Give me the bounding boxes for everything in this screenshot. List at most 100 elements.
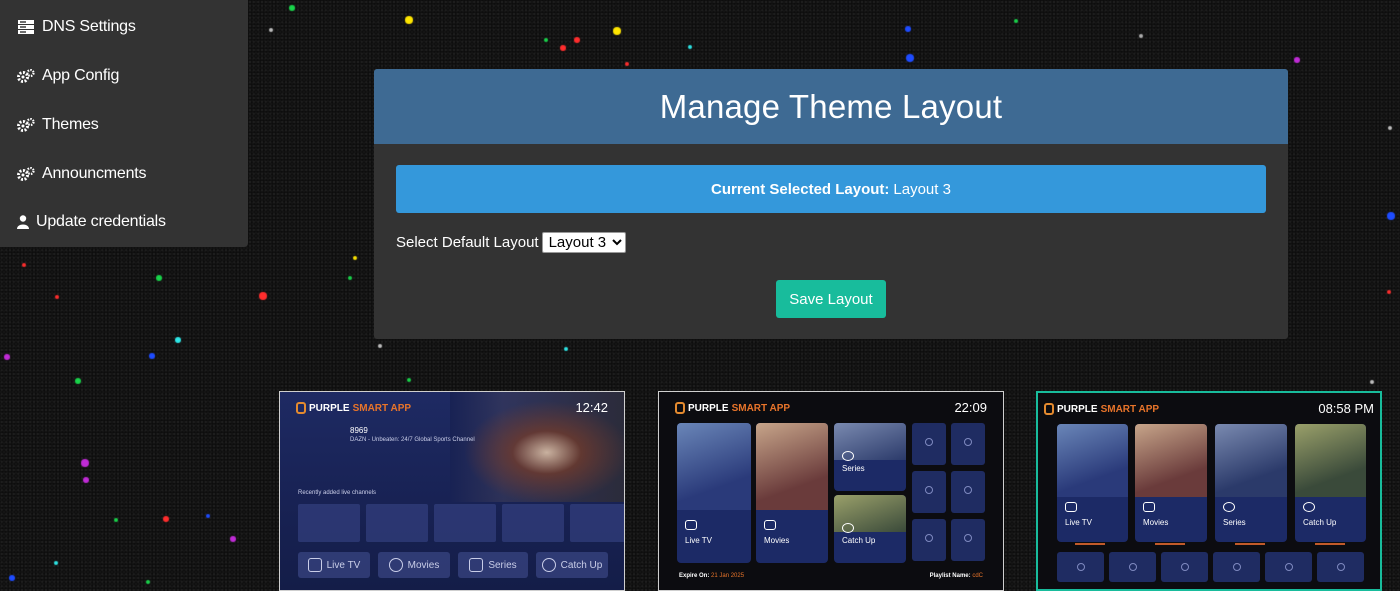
layout-3-preview[interactable]: PURPLE SMART APP 08:58 PM Live TV Movies… (1036, 391, 1382, 591)
catch-up-icon (1303, 502, 1315, 512)
settings-icon (1336, 562, 1345, 571)
menu-tile (1161, 552, 1208, 582)
sidebar-item-label: Update credentials (36, 213, 166, 230)
layout-2-preview[interactable]: PURPLE SMART APP 22:09 Live TV Movies Se… (658, 391, 1004, 591)
refresh-icon (925, 438, 933, 447)
nav-series: Series (458, 552, 528, 578)
user-icon (16, 214, 30, 230)
menu-tile (951, 471, 985, 513)
language-icon (964, 486, 972, 495)
card-label: Movies (764, 536, 790, 545)
sidebar-item-label: App Config (42, 67, 120, 84)
current-layout-label: Current Selected Layout: (711, 180, 890, 198)
sidebar-item-label: DNS Settings (42, 18, 136, 35)
live-tv-icon (685, 520, 697, 530)
card-underline (1315, 543, 1345, 545)
manage-theme-panel: Manage Theme Layout Current Selected Lay… (374, 69, 1288, 339)
default-layout-label: Select Default Layout (396, 234, 539, 251)
menu-tile (951, 519, 985, 561)
card-label: Catch Up (1303, 518, 1337, 527)
sidebar-item-label: Announcments (42, 165, 147, 182)
series-icon (842, 451, 854, 461)
channel-tile (298, 504, 360, 542)
save-layout-button[interactable]: Save Layout (776, 280, 886, 318)
sidebar-item-app-config[interactable]: App Config (0, 56, 248, 96)
card-image (1215, 424, 1287, 498)
card-label: Catch Up (842, 536, 876, 545)
channel-tile (570, 504, 624, 542)
playlist-info: Playlist Name: cdC (930, 573, 983, 579)
card-underline (1075, 543, 1105, 545)
movies-icon (1143, 502, 1155, 512)
profile-icon (925, 534, 933, 543)
card-label: Series (842, 464, 865, 473)
page-title: Manage Theme Layout (659, 87, 1003, 125)
sidebar-item-label: Themes (42, 116, 99, 133)
favorites-icon (1128, 562, 1137, 571)
tv-logo-icon (1044, 403, 1054, 415)
series-icon (469, 558, 484, 572)
menu-tile (1265, 552, 1312, 582)
tv-logo-icon (675, 402, 685, 414)
sidebar-item-update-credentials[interactable]: Update credentials (0, 202, 248, 242)
nav-label: Live TV (326, 559, 361, 571)
current-layout-value: Layout 3 (893, 180, 951, 198)
nav-movies: Movies (378, 552, 450, 578)
logo-text-accent: SMART APP (352, 402, 412, 414)
profile-icon (1284, 562, 1293, 571)
menu-tile (912, 471, 946, 513)
app-logo: PURPLE SMART APP (1044, 403, 1159, 415)
logo-text-accent: SMART APP (1100, 403, 1160, 415)
tv-logo-icon (296, 402, 306, 414)
card-image (1135, 424, 1207, 498)
default-layout-row: Select Default Layout Layout 3 (396, 232, 626, 253)
channel-name: DAZN - Unbeaten: 24/7 Global Sports Chan… (350, 437, 475, 443)
logo-text: PURPLE (309, 402, 350, 414)
playlist-label: Playlist Name: (929, 573, 971, 579)
card-underline (1155, 543, 1185, 545)
card-label: Live TV (685, 536, 712, 545)
card-image (1295, 424, 1366, 498)
nav-label: Movies (407, 559, 440, 571)
sidebar-item-themes[interactable]: Themes (0, 105, 248, 145)
expire-value: 21 Jan 2025 (711, 573, 745, 579)
announcement-icon (925, 486, 933, 495)
card-series: Series (834, 423, 906, 491)
refresh-icon (1076, 562, 1085, 571)
card-image (677, 423, 751, 510)
current-layout-banner: Current Selected Layout: Layout 3 (396, 165, 1266, 213)
nav-live-tv: Live TV (298, 552, 370, 578)
language-icon (1232, 562, 1241, 571)
card-live-tv: Live TV (677, 423, 751, 563)
recent-channels-label: Recently added live channels (298, 490, 377, 496)
card-underline (1235, 543, 1265, 545)
nav-label: Series (488, 559, 517, 571)
expire-label: Expire On: (679, 573, 710, 579)
card-catch-up: Catch Up (834, 495, 906, 563)
card-movies: Movies (1135, 424, 1207, 542)
clock: 12:42 (575, 400, 608, 415)
card-label: Live TV (1065, 518, 1092, 527)
menu-tile (1317, 552, 1364, 582)
channel-tile (366, 504, 428, 542)
layout-1-preview[interactable]: PURPLE SMART APP 12:42 8969 DAZN - Unbea… (279, 391, 625, 591)
menu-tile (1109, 552, 1156, 582)
expire-info: Expire On: 21 Jan 2025 (679, 573, 744, 579)
sidebar: DNS Settings App Config Themes Announcme… (0, 0, 248, 247)
menu-tile (912, 423, 946, 465)
default-layout-select[interactable]: Layout 3 (541, 232, 626, 253)
series-icon (1223, 502, 1235, 512)
menu-tile (1057, 552, 1104, 582)
card-movies: Movies (756, 423, 828, 563)
gears-icon (16, 166, 36, 182)
nav-label: Catch Up (560, 559, 603, 571)
card-catch-up: Catch Up (1295, 424, 1366, 542)
channel-number: 8969 (350, 426, 368, 435)
sidebar-item-dns-settings[interactable]: DNS Settings (0, 7, 248, 47)
menu-tile (1213, 552, 1260, 582)
menu-tile (951, 423, 985, 465)
gears-icon (16, 117, 36, 133)
announcement-icon (1180, 562, 1189, 571)
sidebar-item-announcments[interactable]: Announcments (0, 154, 248, 194)
movies-icon (388, 558, 403, 572)
